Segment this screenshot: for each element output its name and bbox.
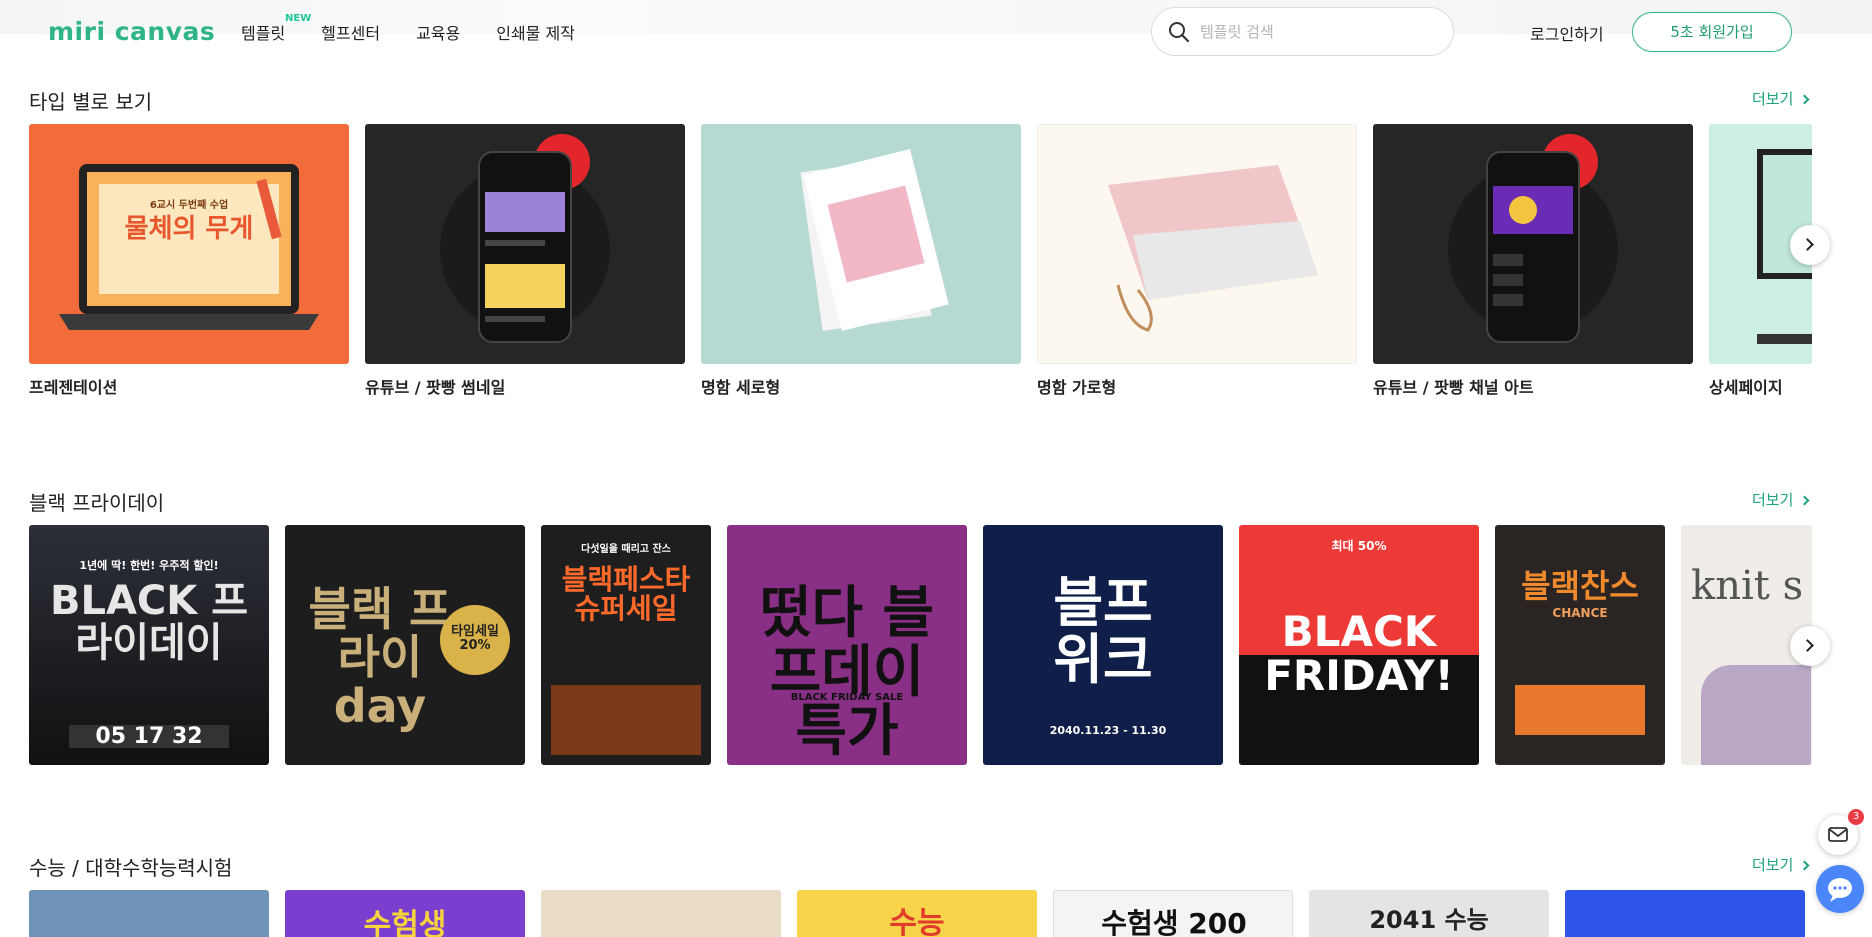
thumb-title: BLACK 프라이데이: [49, 578, 248, 666]
thumb-title: 수험생 200: [1101, 907, 1247, 937]
chat-icon: [1828, 878, 1852, 902]
more-link-black-friday[interactable]: 더보기: [1752, 489, 1810, 510]
laptop-thumbnail: [59, 164, 319, 330]
thumb-timer: 05 17 32: [69, 725, 229, 748]
thumb-subtitle: 6교시 두번째 수업: [149, 200, 229, 211]
template-card[interactable]: 2041 수능: [1309, 890, 1549, 937]
carousel-next-button[interactable]: [1790, 225, 1830, 265]
thumb-title: 블랙페스타 슈퍼세일: [561, 563, 691, 626]
business-card-thumbnail: [800, 149, 949, 331]
nav-templates-label: 템플릿: [241, 24, 286, 43]
carousel-next-button[interactable]: [1790, 626, 1830, 666]
thumb-balloon: 타임세일 20%: [440, 605, 510, 675]
more-link-suneung[interactable]: 더보기: [1752, 854, 1810, 875]
chevron-right-icon: [1799, 495, 1810, 506]
template-card[interactable]: 1년에 딱! 한번! 우주적 할인! BLACK 프라이데이 05 17 32: [29, 525, 269, 765]
card-label: 유튜브 / 팟빵 썸네일: [365, 378, 506, 397]
type-card-business-vertical[interactable]: [701, 124, 1021, 364]
template-card[interactable]: 블프 위크 2040.11.23 - 11.30: [983, 525, 1223, 765]
phone-channel-thumbnail: [1448, 134, 1618, 343]
nav-helpcenter[interactable]: 헬프센터: [321, 20, 380, 44]
template-search[interactable]: [1151, 7, 1454, 56]
thumb-title: 떴다 블프데이특가: [759, 581, 935, 764]
more-label: 더보기: [1752, 856, 1794, 874]
thumb-image: [551, 685, 701, 755]
nav-print[interactable]: 인쇄물 제작: [496, 20, 575, 44]
chevron-right-icon: [1801, 639, 1814, 652]
black-friday-row: 1년에 딱! 한번! 우주적 할인! BLACK 프라이데이 05 17 32 …: [29, 525, 1812, 765]
thumb-title: BLACK FRIDAY!: [1264, 607, 1454, 701]
type-card-row: 물체의 무게 6교시 두번째 수업 프레젠테이션 유튜브 / 팟빵 썸네일 명함…: [29, 124, 1812, 404]
type-card-youtube-channel-art[interactable]: [1373, 124, 1693, 364]
template-card[interactable]: 다섯일을 때리고 잔스 블랙페스타 슈퍼세일: [541, 525, 711, 765]
section-title-types: 타입 별로 보기: [29, 90, 153, 114]
template-card[interactable]: 떴다 블프데이특가 BLACK FRIDAY SALE: [727, 525, 967, 765]
template-card[interactable]: [541, 890, 781, 937]
top-header: miri canvas 템플릿NEW 헬프센터 교육용 인쇄물 제작 로그인하기…: [0, 0, 1872, 66]
template-card[interactable]: 블랙 프라이day 타임세일 20%: [285, 525, 525, 765]
card-label: 명함 세로형: [701, 378, 781, 397]
thumb-coupon: [1515, 685, 1645, 735]
type-card-business-horizontal[interactable]: [1037, 124, 1357, 364]
login-link[interactable]: 로그인하기: [1530, 21, 1604, 45]
thumb-subtitle: 2040.11.23 - 11.30: [1049, 724, 1167, 737]
thumb-title: 2041 수능: [1369, 906, 1489, 934]
nav-templates[interactable]: 템플릿 NEW: [241, 13, 311, 44]
thumb-subtitle: 최대 50%: [1331, 539, 1387, 553]
thumb-title: 수험생: [363, 908, 447, 937]
business-card-horizontal-thumbnail: [1108, 165, 1318, 332]
more-label: 더보기: [1752, 90, 1794, 108]
template-card[interactable]: 최대 50% BLACK FRIDAY!: [1239, 525, 1479, 765]
type-card-presentation[interactable]: 물체의 무게 6교시 두번째 수업: [29, 124, 349, 364]
thumb-title: 블프 위크: [1053, 571, 1153, 691]
type-card-youtube-thumbnail[interactable]: [365, 124, 685, 364]
template-card[interactable]: 수험생 200: [1053, 890, 1293, 937]
notification-badge: 3: [1848, 809, 1864, 825]
thumb-image: [1701, 665, 1811, 765]
inbox-button[interactable]: 3: [1818, 809, 1864, 855]
thumb-title: 블랙 프라이day: [308, 582, 452, 733]
card-label: 상세페이지: [1709, 378, 1783, 397]
thumb-title: 물체의 무게: [124, 214, 254, 244]
template-card[interactable]: [29, 890, 269, 937]
chevron-right-icon: [1799, 94, 1810, 105]
section-title-black-friday: 블랙 프라이데이: [29, 491, 165, 515]
template-card[interactable]: 수능: [797, 890, 1037, 937]
card-label: 명함 가로형: [1037, 378, 1117, 397]
card-label: 프레젠테이션: [29, 378, 118, 397]
card-label: 유튜브 / 팟빵 채널 아트: [1373, 378, 1534, 397]
thumb-subtitle: 다섯일을 때리고 잔스: [581, 544, 671, 555]
miricanvas-logo[interactable]: miri canvas: [48, 17, 215, 46]
phone-thumbnail: [440, 134, 610, 343]
chat-support-button[interactable]: [1816, 865, 1864, 913]
more-label: 더보기: [1752, 491, 1794, 509]
section-title-suneung: 수능 / 대학수학능력시험: [29, 856, 233, 880]
thumb-title: 블랙찬스: [1521, 567, 1639, 605]
thumb-title: knit s: [1691, 563, 1804, 609]
search-icon: [1169, 22, 1190, 43]
template-card[interactable]: 블랙찬스 CHANCE: [1495, 525, 1665, 765]
new-badge: NEW: [285, 13, 312, 24]
chevron-right-icon: [1799, 860, 1810, 871]
nav-education[interactable]: 교육용: [416, 20, 460, 44]
template-card[interactable]: 수험생: [285, 890, 525, 937]
chevron-right-icon: [1801, 238, 1814, 251]
thumb-subtitle: 1년에 딱! 한번! 우주적 할인!: [79, 559, 219, 572]
search-input[interactable]: [1200, 20, 1440, 44]
suneung-row: 수험생 수능 수험생 200 2041 수능: [29, 890, 1812, 937]
thumb-subtitle: BLACK FRIDAY SALE: [790, 692, 904, 703]
thumb-subtitle: CHANCE: [1552, 606, 1608, 620]
signup-button[interactable]: 5초 회원가입: [1632, 12, 1792, 52]
more-link-types[interactable]: 더보기: [1752, 88, 1810, 109]
template-card[interactable]: [1565, 890, 1805, 937]
thumb-title: 수능: [889, 906, 945, 937]
main-nav: 템플릿 NEW 헬프센터 교육용 인쇄물 제작: [241, 13, 611, 44]
